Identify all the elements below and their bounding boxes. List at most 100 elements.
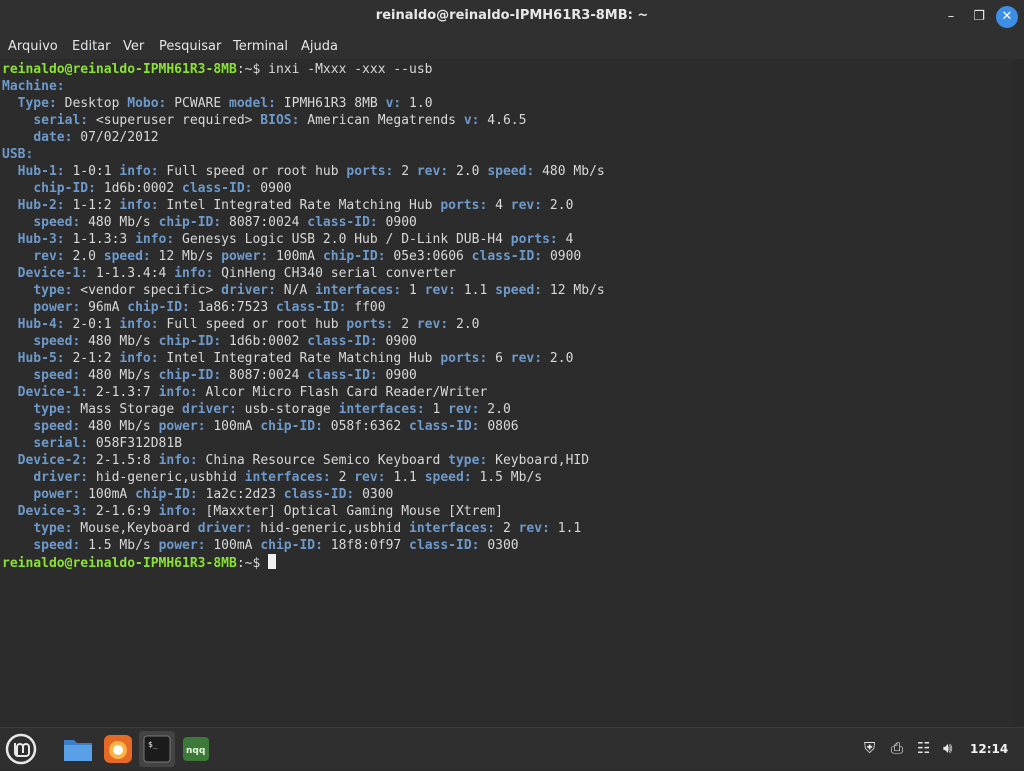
volume-icon[interactable]: 🔊︎ xyxy=(943,740,952,756)
field-key: chip-ID: xyxy=(260,538,323,553)
field-key: Hub-3: xyxy=(17,232,65,247)
field-value: 1-1.3:3 xyxy=(64,232,136,247)
field-value: 07/02/2012 xyxy=(72,130,159,145)
field-key: chip-ID: xyxy=(135,487,198,502)
terminal-icon-text: $_ xyxy=(148,740,158,749)
field-key: class-ID: xyxy=(409,538,480,553)
field-value: 12 Mb/s xyxy=(542,283,605,298)
field-value: 480 Mb/s xyxy=(80,215,159,230)
field-value: Genesys Logic USB 2.0 Hub / D-Link DUB-H… xyxy=(174,232,511,247)
menu-editar[interactable]: Editar xyxy=(72,39,111,54)
file-manager-icon xyxy=(64,740,92,761)
clock[interactable]: 12:14 xyxy=(970,742,1008,756)
field-value: 0900 xyxy=(377,215,417,230)
field-value: 2.0 xyxy=(448,164,488,179)
maximize-button[interactable]: ❐ xyxy=(968,6,990,28)
mint-menu-button[interactable] xyxy=(3,731,39,767)
field-key: chip-ID: xyxy=(158,215,222,230)
field-key: rev: xyxy=(416,164,449,179)
field-key: info: xyxy=(158,385,198,400)
output-line: date: 07/02/2012 xyxy=(2,129,159,146)
output-line: speed: 1.5 Mb/s power: 100mA chip-ID: 18… xyxy=(2,537,518,554)
field-key: ports: xyxy=(440,198,488,213)
field-value xyxy=(2,436,33,451)
field-key: ports: xyxy=(510,232,558,247)
field-key: interfaces: xyxy=(409,521,496,536)
menu-bar: Arquivo Editar Ver Pesquisar Terminal Aj… xyxy=(0,33,1024,59)
field-key: class-ID: xyxy=(307,368,378,383)
field-key: Hub-4: xyxy=(17,317,65,332)
field-value: 0900 xyxy=(377,334,417,349)
field-value xyxy=(2,402,33,417)
field-value: 4 xyxy=(557,232,574,247)
field-key: rev: xyxy=(33,249,65,264)
field-key: Hub-5: xyxy=(17,351,65,366)
field-value xyxy=(2,470,33,485)
firefox-button[interactable] xyxy=(100,731,136,767)
field-key: rev: xyxy=(510,351,543,366)
field-value: 1 xyxy=(401,283,425,298)
menu-ver[interactable]: Ver xyxy=(123,39,144,54)
field-value: Alcor Micro Flash Card Reader/Writer xyxy=(197,385,488,400)
output-line: power: 100mA chip-ID: 1a2c:2d23 class-ID… xyxy=(2,486,393,503)
shield-icon[interactable]: ⛨ xyxy=(864,740,875,756)
output-line: serial: 058F312D81B xyxy=(2,435,182,452)
terminal-button[interactable]: $_ xyxy=(139,731,175,767)
field-key: BIOS: xyxy=(260,113,300,128)
close-button[interactable]: ✕ xyxy=(996,6,1018,28)
field-value xyxy=(2,300,33,315)
field-value: Keyboard,HID xyxy=(487,453,590,468)
field-key: info: xyxy=(119,317,159,332)
field-value xyxy=(2,181,33,196)
file-manager-button[interactable] xyxy=(60,731,96,767)
menu-pesquisar[interactable]: Pesquisar xyxy=(159,39,221,54)
printer-icon[interactable]: ⎙ xyxy=(891,740,903,756)
field-key: chip-ID: xyxy=(33,181,96,196)
field-key: date: xyxy=(33,130,73,145)
prompt-suffix: :~$ xyxy=(236,62,261,77)
field-value: 1.5 Mb/s xyxy=(471,470,543,485)
network-icon[interactable]: ☷ xyxy=(917,740,930,756)
terminal-icon: $_ xyxy=(143,735,171,763)
field-key: rev: xyxy=(510,198,543,213)
app-icon-text: nqq xyxy=(186,746,205,756)
field-key: speed: xyxy=(33,368,81,383)
command-line: reinaldo@reinaldo-IPMH61R3-8MB:~$ inxi -… xyxy=(2,61,433,78)
field-value: 0900 xyxy=(542,249,582,264)
field-value: 2.0 xyxy=(64,249,104,264)
field-value: 100mA xyxy=(205,419,261,434)
minimize-button[interactable]: – xyxy=(940,6,962,28)
field-key: Device-3: xyxy=(17,504,89,519)
app-button[interactable]: nqq xyxy=(178,731,214,767)
field-value xyxy=(2,487,33,502)
terminal-area[interactable]: reinaldo@reinaldo-IPMH61R3-8MB:~$ inxi -… xyxy=(0,59,1014,726)
terminal-scrollbar[interactable] xyxy=(1014,59,1024,726)
field-value: 18f8:0f97 xyxy=(322,538,410,553)
output-line: speed: 480 Mb/s chip-ID: 8087:0024 class… xyxy=(2,214,417,231)
field-value: 480 Mb/s xyxy=(80,419,159,434)
field-value xyxy=(2,283,33,298)
field-key: chip-ID: xyxy=(322,249,386,264)
field-key: speed: xyxy=(424,470,472,485)
minimize-icon: – xyxy=(947,9,955,24)
field-key: class-ID: xyxy=(471,249,543,264)
menu-terminal[interactable]: Terminal xyxy=(233,39,288,54)
output-line: speed: 480 Mb/s chip-ID: 8087:0024 class… xyxy=(2,367,417,384)
field-value: 96mA xyxy=(80,300,128,315)
field-value: 100mA xyxy=(80,487,136,502)
menu-ajuda[interactable]: Ajuda xyxy=(301,39,338,54)
field-value xyxy=(2,504,18,519)
command-text: inxi -Mxxx -xxx --usb xyxy=(268,62,433,77)
field-key: Hub-1: xyxy=(17,164,65,179)
field-value xyxy=(2,215,33,230)
field-value xyxy=(2,368,33,383)
field-key: serial: xyxy=(33,436,89,451)
field-key: type: xyxy=(33,521,73,536)
field-key: speed: xyxy=(33,538,81,553)
field-key: ports: xyxy=(440,351,488,366)
field-value: 2-1.6:9 xyxy=(88,504,159,519)
field-value: American Megatrends xyxy=(299,113,464,128)
field-value: 2-1.5:8 xyxy=(88,453,159,468)
field-key: driver: xyxy=(221,283,276,298)
menu-arquivo[interactable]: Arquivo xyxy=(8,39,58,54)
